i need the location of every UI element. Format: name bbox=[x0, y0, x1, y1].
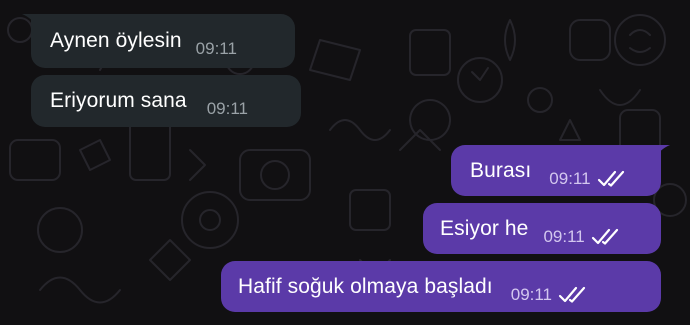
message-bubble-outgoing[interactable]: Burası 09:11 bbox=[451, 145, 670, 196]
message-meta: 09:11 bbox=[207, 99, 248, 119]
message-meta: 09:11 bbox=[511, 285, 588, 305]
message-time: 09:11 bbox=[549, 168, 591, 188]
double-check-icon bbox=[591, 228, 618, 245]
message-meta: 09:11 bbox=[549, 169, 626, 189]
double-check-icon bbox=[558, 286, 586, 303]
message-time: 09:11 bbox=[195, 39, 237, 58]
bubble-tail bbox=[22, 14, 40, 30]
message-text: Aynen öylesin bbox=[50, 29, 182, 52]
message-text: Eriyorum sana bbox=[50, 89, 187, 112]
message-time: 09:11 bbox=[543, 226, 585, 246]
message-meta: 09:11 bbox=[196, 39, 237, 59]
message-time: 09:11 bbox=[206, 99, 248, 118]
message-text: Burası bbox=[470, 158, 532, 182]
double-check-icon bbox=[597, 170, 624, 187]
message-meta: 09:11 bbox=[543, 227, 620, 247]
message-bubble-incoming[interactable]: Aynen öylesin 09:11 bbox=[22, 14, 295, 68]
message-bubble-outgoing[interactable]: Esiyor he 09:11 bbox=[423, 203, 661, 254]
message-bubble-incoming[interactable]: Eriyorum sana 09:11 bbox=[31, 75, 301, 127]
message-text: Esiyor he bbox=[440, 216, 529, 240]
message-text: Hafif soğuk olmaya başladı bbox=[238, 274, 493, 298]
bubble-tail bbox=[652, 145, 670, 161]
message-bubble-outgoing[interactable]: Hafif soğuk olmaya başladı 09:11 bbox=[221, 261, 661, 312]
message-time: 09:11 bbox=[510, 284, 553, 304]
